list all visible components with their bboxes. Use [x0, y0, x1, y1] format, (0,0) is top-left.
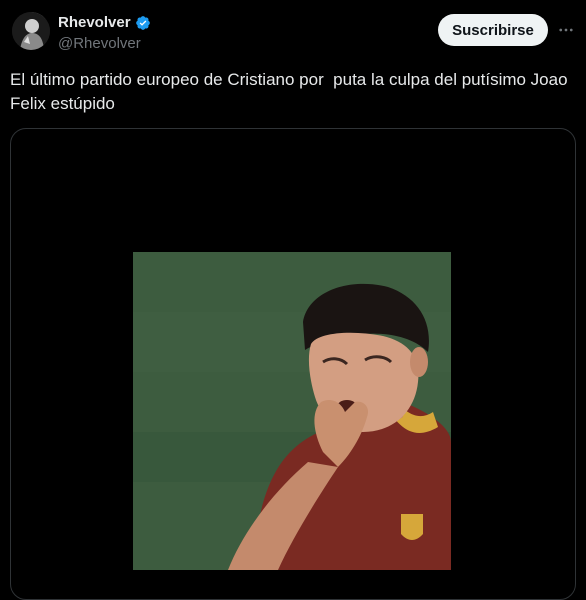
handle[interactable]: @Rhevolver	[58, 35, 141, 52]
media-container[interactable]	[10, 128, 576, 600]
avatar[interactable]	[12, 12, 50, 50]
display-name[interactable]: Rhevolver	[58, 14, 131, 31]
tweet-text: El último partido europeo de Cristiano p…	[10, 70, 573, 113]
more-icon[interactable]	[556, 20, 576, 40]
player-crying-photo-icon	[133, 252, 451, 570]
subscribe-button[interactable]: Suscribirse	[438, 14, 548, 46]
verified-badge-icon	[135, 15, 151, 31]
avatar-photo-icon	[12, 12, 50, 50]
video-frame[interactable]	[133, 252, 451, 570]
name-row: Rhevolver	[58, 14, 151, 31]
